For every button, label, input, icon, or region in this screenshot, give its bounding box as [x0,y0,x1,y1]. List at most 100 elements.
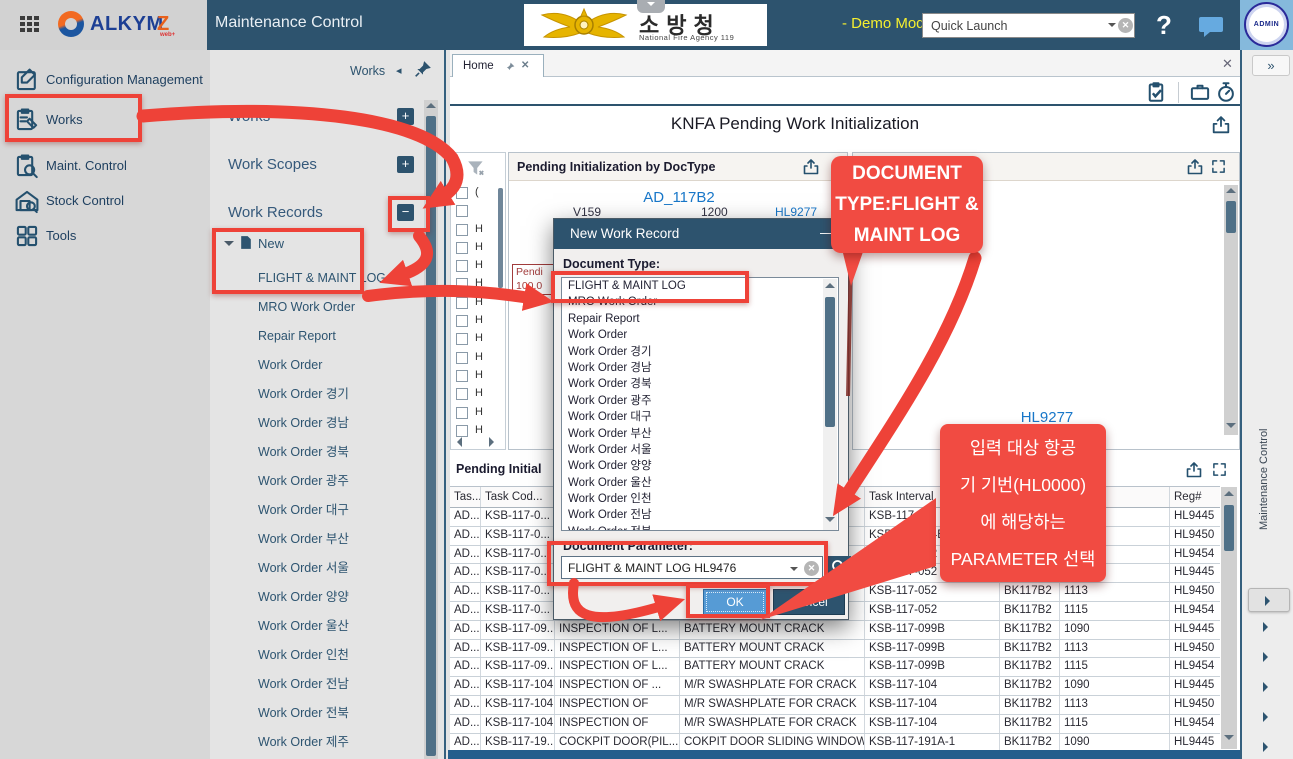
filter-row[interactable]: H [451,295,498,313]
doc-type-listbox[interactable]: FLIGHT & MAINT LOG MRO Work Order Repair… [561,277,839,531]
modal-title-bar[interactable]: New Work Record — [554,219,848,249]
filter-row[interactable]: H [451,405,498,423]
filter-row[interactable]: H [451,350,498,368]
clipboard-check-icon[interactable] [1146,82,1166,102]
expander-button[interactable]: + [397,156,414,173]
row-expand-arrow-icon[interactable] [1263,682,1268,692]
table-row[interactable]: AD... KSB-117-09... INSPECTION OF L... B… [450,640,1220,659]
row-expand-arrow-icon[interactable] [1263,712,1268,722]
grid-scrollbar[interactable] [1221,487,1237,749]
checkbox[interactable] [456,205,468,217]
doc-type-scrollbar[interactable] [823,279,837,531]
cancel-button[interactable]: Cancel [773,589,845,615]
grid-header-cell[interactable]: Task Cod... [481,487,555,507]
checkbox[interactable] [456,388,468,400]
doctype-link[interactable]: AD_117B2 [509,189,849,206]
table-row[interactable]: AD... KSB-117-09... INSPECTION OF L... B… [450,658,1220,677]
doc-type-option[interactable]: Work Order [562,327,838,343]
table-row[interactable]: AD... KSB-117-09... INSPECTION OF L... B… [450,621,1220,640]
chevron-left-icon[interactable]: ◂ [396,64,402,77]
checkbox[interactable] [456,407,468,419]
chart-fragment-link[interactable]: HL9277 [775,205,817,219]
doc-type-option[interactable]: Work Order 인천 [562,491,838,507]
filter-row[interactable] [451,203,498,221]
nav-section[interactable]: Works + [210,100,450,148]
pin-icon[interactable] [414,60,432,78]
row-expand-button[interactable] [1248,588,1290,612]
tree-child-item[interactable]: Work Order 대구 [210,496,434,525]
checkbox[interactable] [456,224,468,236]
doc-type-option[interactable]: Work Order 양양 [562,458,838,474]
filter-icon[interactable] [467,159,485,177]
doc-type-option[interactable]: Work Order 광주 [562,393,838,409]
checkbox[interactable] [456,370,468,382]
admin-badge[interactable]: ADMIN [1244,2,1289,47]
filter-row[interactable]: H [451,386,498,404]
checkbox[interactable] [456,333,468,345]
doc-type-option[interactable]: Work Order 대구 [562,409,838,425]
sidebar-item-stock-control[interactable]: Stock Control [0,184,210,220]
tree-child-item[interactable]: Work Order 전남 [210,670,434,699]
expand-icon[interactable] [1211,159,1226,174]
doc-type-option[interactable]: Work Order 부산 [562,426,838,442]
filter-row[interactable]: H [451,240,498,258]
tree-child-item[interactable]: Work Order 울산 [210,612,434,641]
close-icon[interactable]: ✕ [1222,56,1233,72]
table-row[interactable]: AD... KSB-117-104 INSPECTION OF ... M/R … [450,677,1220,696]
grid-header-cell[interactable]: Reg# [1170,487,1220,507]
filter-row[interactable]: H [451,222,498,240]
tree-child-item[interactable]: Work Order [210,351,434,380]
chat-icon[interactable] [1198,16,1224,38]
share-icon[interactable] [1186,462,1202,478]
tab-home[interactable]: Home ✕ [452,54,544,77]
doc-type-option[interactable]: Work Order 경북 [562,376,838,392]
checkbox[interactable] [456,260,468,272]
filter-row[interactable]: ( [451,185,498,203]
filter-row[interactable]: H [451,276,498,294]
tree-child-item[interactable]: Work Order 양양 [210,583,434,612]
checkbox[interactable] [456,315,468,327]
share-icon[interactable] [1187,159,1203,175]
checkbox[interactable] [456,278,468,290]
tree-child-item[interactable]: Work Order 제주 [210,728,434,757]
checkbox[interactable] [456,242,468,254]
panel-reg-scrollbar[interactable] [1224,185,1238,435]
doc-type-option[interactable]: Repair Report [562,311,838,327]
help-button[interactable]: ? [1156,10,1172,41]
nav-section[interactable]: Work Scopes + [210,148,450,196]
clear-icon[interactable]: ✕ [1118,18,1133,33]
filter-row[interactable]: H [451,313,498,331]
filter-mini-scrollbar[interactable] [498,186,504,298]
right-rail-label[interactable]: Maintenance Control [1258,250,1270,530]
tree-child-item[interactable]: Work Order 부산 [210,525,434,554]
doc-type-option[interactable]: Work Order 경기 [562,344,838,360]
tree-child-item[interactable]: Work Order 경남 [210,409,434,438]
dropdown-arrow-icon[interactable] [1108,23,1116,31]
checkbox[interactable] [456,352,468,364]
share-icon[interactable] [1212,116,1230,134]
share-icon[interactable] [803,159,819,175]
scroll-left-icon[interactable] [457,437,462,447]
briefcase-icon[interactable] [1190,83,1210,101]
quick-launch-combobox[interactable]: Quick Launch [922,13,1135,38]
tab-close-icon[interactable]: ✕ [521,60,529,71]
checkbox[interactable] [456,297,468,309]
tree-child-item[interactable]: Work Order 경기 [210,380,434,409]
tree-child-item[interactable]: Work Order 인천 [210,641,434,670]
table-row[interactable]: AD... KSB-117-104 INSPECTION OF M/R SWAS… [450,715,1220,734]
sidebar-item-maint-control[interactable]: Maint. Control [0,149,210,185]
search-button[interactable] [827,556,851,579]
filter-row[interactable]: H [451,331,498,349]
doc-type-option[interactable]: Work Order 경남 [562,360,838,376]
row-expand-arrow-icon[interactable] [1263,742,1268,752]
filter-row[interactable]: H [451,368,498,386]
doc-type-option[interactable]: Work Order 전북 [562,524,838,531]
tree-child-item[interactable]: MRO Work Order [210,293,434,322]
sidebar-item-tools[interactable]: Tools [0,219,210,255]
expander-button[interactable]: + [397,108,414,125]
filter-row[interactable]: H [451,258,498,276]
doc-type-option[interactable]: Work Order 전남 [562,507,838,523]
scroll-right-icon[interactable] [489,437,494,447]
checkbox[interactable] [456,425,468,437]
row-expand-arrow-icon[interactable] [1263,652,1268,662]
